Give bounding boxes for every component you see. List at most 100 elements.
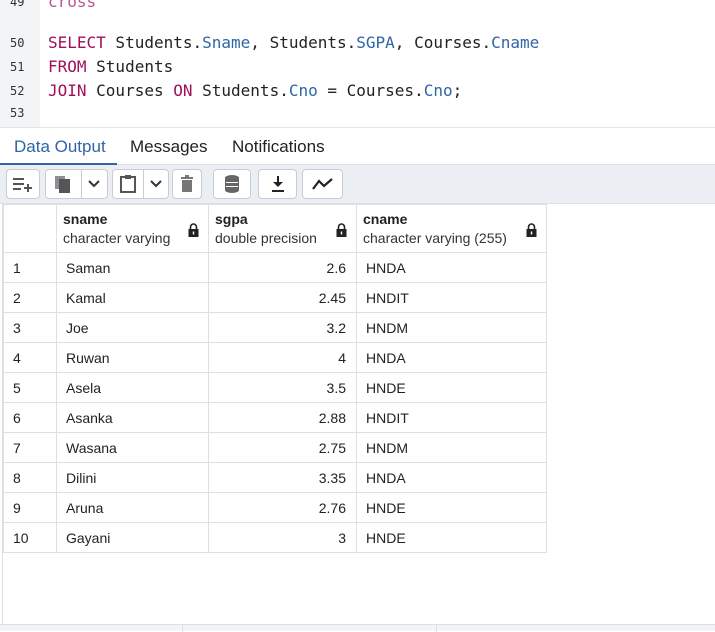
- sgpa-cell[interactable]: 2.6: [208, 252, 357, 283]
- sname-cell[interactable]: Asanka: [56, 402, 209, 433]
- sgpa-cell[interactable]: 3.5: [208, 372, 357, 403]
- add-row-button[interactable]: [6, 169, 40, 199]
- row-number-header[interactable]: [3, 204, 57, 253]
- row-number-cell[interactable]: 2: [3, 282, 57, 313]
- paste-button-group[interactable]: [112, 169, 169, 199]
- code-token: ON: [173, 81, 193, 100]
- code-token: ;: [452, 81, 463, 100]
- paste-dropdown-icon[interactable]: [149, 179, 163, 189]
- data-grid: sname character varying sgpa double prec…: [2, 204, 715, 624]
- sgpa-cell[interactable]: 2.76: [208, 492, 357, 523]
- table-row[interactable]: 2 Kamal 2.45 HNDIT: [3, 282, 547, 313]
- cname-cell[interactable]: HNDIT: [356, 282, 547, 313]
- row-number-cell[interactable]: 10: [3, 522, 57, 553]
- line-number: 52: [10, 84, 25, 98]
- code-line[interactable]: 52 JOIN Courses ON Students.Cno = Courses…: [0, 79, 715, 103]
- row-number-cell[interactable]: 4: [3, 342, 57, 373]
- sname-cell[interactable]: Wasana: [56, 432, 209, 463]
- sgpa-cell[interactable]: 3.2: [208, 312, 357, 343]
- table-row[interactable]: 7 Wasana 2.75 HNDM: [3, 432, 547, 463]
- save-data-button[interactable]: [213, 169, 251, 199]
- code-text: cross: [48, 0, 96, 14]
- sgpa-cell[interactable]: 2.75: [208, 432, 357, 463]
- tab-data-output[interactable]: Data Output: [14, 137, 106, 157]
- code-token: = Courses.: [317, 81, 424, 100]
- cname-cell[interactable]: HNDE: [356, 372, 547, 403]
- line-number: 51: [10, 60, 25, 74]
- code-line[interactable]: 49 cross: [0, 0, 715, 14]
- cname-cell[interactable]: HNDA: [356, 462, 547, 493]
- code-text: SELECT Students.Sname, Students.SGPA, Co…: [48, 31, 539, 55]
- status-bar: [0, 624, 715, 632]
- column-header-cname[interactable]: cname character varying (255): [356, 204, 547, 253]
- table-row[interactable]: 4 Ruwan 4 HNDA: [3, 342, 547, 373]
- sname-cell[interactable]: Gayani: [56, 522, 209, 553]
- cname-cell[interactable]: HNDA: [356, 342, 547, 373]
- sgpa-cell[interactable]: 3: [208, 522, 357, 553]
- copy-icon: [55, 176, 70, 193]
- sname-cell[interactable]: Ruwan: [56, 342, 209, 373]
- code-line[interactable]: 53: [0, 101, 715, 125]
- row-number-cell[interactable]: 7: [3, 432, 57, 463]
- code-token: Cno: [288, 81, 318, 100]
- cname-cell[interactable]: HNDIT: [356, 402, 547, 433]
- code-line[interactable]: 50 SELECT Students.Sname, Students.SGPA, …: [0, 31, 715, 55]
- copy-button-group[interactable]: [45, 169, 108, 199]
- tab-notifications[interactable]: Notifications: [232, 137, 325, 157]
- cname-cell[interactable]: HNDE: [356, 492, 547, 523]
- sname-cell[interactable]: Saman: [56, 252, 209, 283]
- row-number-cell[interactable]: 6: [3, 402, 57, 433]
- sname-cell[interactable]: Asela: [56, 372, 209, 403]
- paste-icon: [120, 175, 136, 193]
- line-number: 53: [10, 106, 25, 120]
- code-text: FROM Students: [48, 55, 173, 79]
- download-button[interactable]: [258, 169, 297, 199]
- code-token: Cname: [491, 33, 540, 52]
- table-row[interactable]: 8 Dilini 3.35 HNDA: [3, 462, 547, 493]
- row-number-cell[interactable]: 3: [3, 312, 57, 343]
- cname-cell[interactable]: HNDM: [356, 432, 547, 463]
- download-icon: [271, 176, 284, 192]
- sgpa-cell[interactable]: 2.45: [208, 282, 357, 313]
- cname-cell[interactable]: HNDA: [356, 252, 547, 283]
- code-token: Cno: [423, 81, 453, 100]
- column-header-sname[interactable]: sname character varying: [56, 204, 209, 253]
- graph-visualiser-button[interactable]: [302, 169, 343, 199]
- add-row-icon: [13, 178, 32, 192]
- sname-cell[interactable]: Dilini: [56, 462, 209, 493]
- column-type: character varying (255): [363, 230, 507, 246]
- cname-cell[interactable]: HNDE: [356, 522, 547, 553]
- tab-messages[interactable]: Messages: [130, 137, 207, 157]
- lock-icon: [188, 223, 199, 237]
- graph-icon: [311, 178, 333, 190]
- row-number-cell[interactable]: 9: [3, 492, 57, 523]
- table-row[interactable]: 9 Aruna 2.76 HNDE: [3, 492, 547, 523]
- code-token: , Students.: [250, 33, 357, 52]
- code-token: Students: [86, 57, 174, 76]
- table-row[interactable]: 6 Asanka 2.88 HNDIT: [3, 402, 547, 433]
- code-line[interactable]: 51 FROM Students: [0, 55, 715, 79]
- column-type: character varying: [63, 230, 171, 246]
- sql-editor[interactable]: 49 cross 50 SELECT Students.Sname, Students…: [0, 0, 715, 127]
- table-row[interactable]: 5 Asela 3.5 HNDE: [3, 372, 547, 403]
- sgpa-cell[interactable]: 3.35: [208, 462, 357, 493]
- code-token: JOIN: [48, 81, 87, 100]
- table-row[interactable]: 1 Saman 2.6 HNDA: [3, 252, 547, 283]
- row-number-cell[interactable]: 8: [3, 462, 57, 493]
- cname-cell[interactable]: HNDM: [356, 312, 547, 343]
- row-number-cell[interactable]: 5: [3, 372, 57, 403]
- result-tabs: Data Output Messages Notifications: [0, 127, 715, 165]
- sgpa-cell[interactable]: 4: [208, 342, 357, 373]
- table-row[interactable]: 3 Joe 3.2 HNDM: [3, 312, 547, 343]
- copy-dropdown-icon[interactable]: [87, 179, 101, 189]
- sname-cell[interactable]: Kamal: [56, 282, 209, 313]
- row-number-cell[interactable]: 1: [3, 252, 57, 283]
- column-name: cname: [363, 211, 408, 227]
- table-row[interactable]: 10 Gayani 3 HNDE: [3, 522, 547, 553]
- column-header-sgpa[interactable]: sgpa double precision: [208, 204, 357, 253]
- sname-cell[interactable]: Aruna: [56, 492, 209, 523]
- sgpa-cell[interactable]: 2.88: [208, 402, 357, 433]
- sname-cell[interactable]: Joe: [56, 312, 209, 343]
- delete-button[interactable]: [172, 169, 202, 199]
- code-token: Courses: [86, 81, 174, 100]
